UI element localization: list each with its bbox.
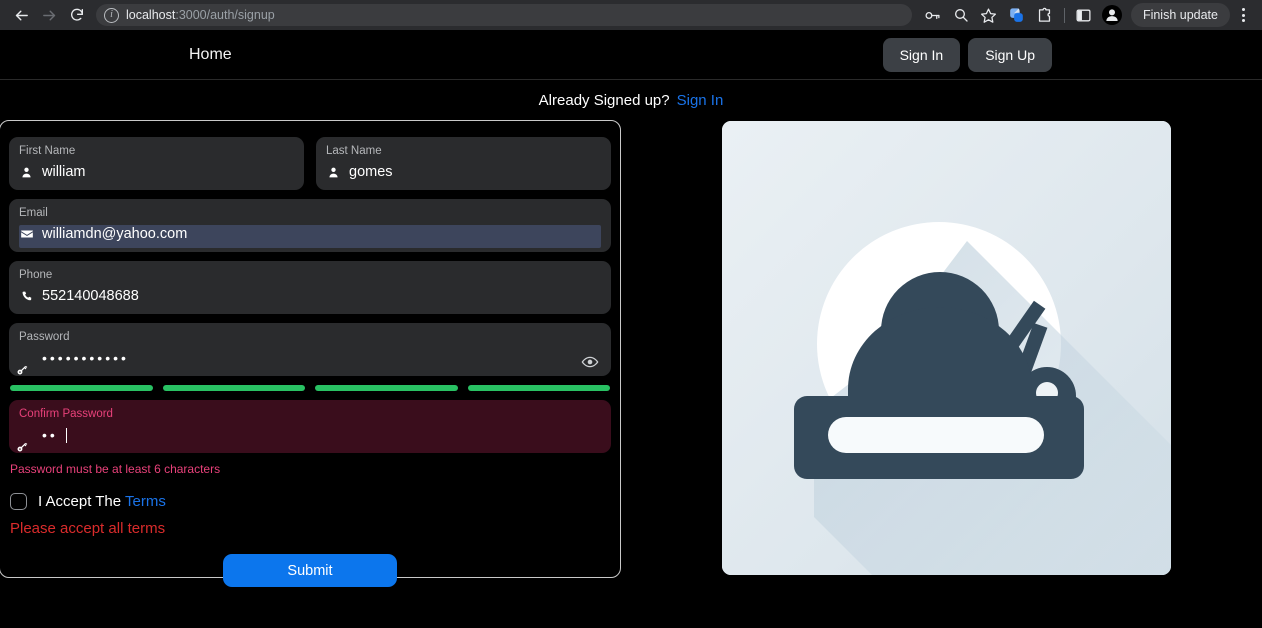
profile-avatar-icon: [1106, 9, 1118, 21]
sign-in-button[interactable]: Sign In: [882, 37, 961, 72]
signup-content: First Name william Last Name gomes Email…: [0, 120, 1262, 587]
side-panel-icon: [1076, 9, 1091, 21]
reload-button[interactable]: [64, 2, 90, 28]
phone-field[interactable]: Phone 552140048688: [9, 261, 611, 314]
text-cursor: [65, 427, 67, 443]
url-host: localhost: [126, 8, 176, 22]
first-name-label: First Name: [19, 145, 76, 157]
phone-value: 552140048688: [42, 288, 139, 304]
key-icon: [17, 428, 34, 452]
back-button[interactable]: [8, 2, 34, 28]
strength-segment: [10, 385, 153, 391]
zoom-search-icon: [954, 9, 968, 22]
toggle-password-visibility-button[interactable]: [581, 353, 599, 371]
terms-link[interactable]: Terms: [125, 493, 166, 510]
banner-text: Already Signed up?: [538, 91, 670, 109]
password-strength-meter: [10, 385, 610, 391]
key-icon: [17, 351, 34, 375]
terms-error: Please accept all terms: [10, 520, 166, 537]
phone-icon: [19, 290, 34, 303]
page-body: Home Sign In Sign Up Already Signed up? …: [0, 30, 1262, 628]
address-bar[interactable]: i localhost:3000/auth/signup: [96, 4, 912, 26]
finish-update-button[interactable]: Finish update: [1130, 3, 1230, 27]
first-name-value: william: [42, 164, 86, 180]
forward-button[interactable]: [36, 2, 62, 28]
extension-blue-icon: [1010, 7, 1024, 22]
strength-segment: [162, 385, 305, 391]
url-text: localhost:3000/auth/signup: [126, 8, 275, 22]
site-header: Home Sign In Sign Up: [0, 30, 1262, 80]
extensions-puzzle-icon: [1039, 7, 1051, 22]
password-label: Password: [19, 331, 70, 343]
toolbar-divider: [1063, 7, 1065, 23]
sign-up-button[interactable]: Sign Up: [968, 37, 1052, 72]
confirm-password-value: ••: [42, 427, 58, 443]
confirm-password-field[interactable]: Confirm Password ••: [9, 400, 611, 453]
terms-text: I Accept The: [38, 493, 122, 510]
zoom-button[interactable]: [948, 2, 974, 28]
phone-label: Phone: [19, 269, 53, 281]
email-label: Email: [19, 207, 48, 219]
side-panel-button[interactable]: [1071, 2, 1097, 28]
submit-button[interactable]: Submit: [223, 554, 397, 587]
terms-label: I Accept The Terms: [38, 493, 166, 510]
password-key-icon: [925, 11, 940, 19]
url-path: :3000/auth/signup: [175, 8, 275, 22]
nav-link-home[interactable]: Home: [189, 46, 232, 64]
password-manager-button[interactable]: [920, 2, 946, 28]
confirm-password-error: Password must be at least 6 characters: [10, 462, 221, 476]
bookmark-star-icon: [981, 7, 997, 23]
forward-arrow-icon: [42, 10, 55, 20]
last-name-field[interactable]: Last Name gomes: [316, 137, 611, 190]
confirm-password-label: Confirm Password: [19, 408, 113, 420]
user-with-key-illustration: [722, 121, 1171, 575]
browser-menu-button[interactable]: [1232, 2, 1254, 28]
browser-toolbar: i localhost:3000/auth/signup Finish upda…: [0, 0, 1262, 30]
reload-icon: [71, 8, 83, 21]
accept-terms-checkbox[interactable]: [10, 493, 27, 510]
site-info-icon[interactable]: i: [104, 7, 119, 23]
strength-segment: [315, 385, 458, 391]
bookmark-button[interactable]: [976, 2, 1002, 28]
last-name-label: Last Name: [326, 145, 382, 157]
submit-row: Submit: [9, 554, 611, 587]
signup-form: First Name william Last Name gomes Email…: [0, 120, 621, 587]
password-value: •••••••••••: [42, 350, 129, 366]
person-icon: [19, 166, 34, 179]
email-value: williamdn@yahoo.com: [42, 226, 188, 242]
illustration-svg: [722, 121, 1171, 575]
illustration-panel: [722, 121, 1171, 575]
last-name-value: gomes: [349, 164, 393, 180]
eye-icon: [581, 356, 599, 368]
profile-button[interactable]: [1101, 5, 1122, 25]
envelope-icon: [19, 227, 34, 241]
person-icon: [326, 166, 341, 179]
terms-row: I Accept The Terms: [10, 493, 610, 510]
extensions-button[interactable]: [1032, 2, 1058, 28]
banner-sign-in-link[interactable]: Sign In: [677, 92, 724, 109]
strength-segment: [467, 385, 610, 391]
back-arrow-icon: [15, 10, 28, 20]
password-field[interactable]: Password •••••••••••: [9, 323, 611, 376]
extension-shortcut-button[interactable]: [1004, 2, 1030, 28]
first-name-field[interactable]: First Name william: [9, 137, 304, 190]
three-dot-menu-icon: [1241, 8, 1245, 11]
name-row: First Name william Last Name gomes: [9, 137, 611, 199]
already-signed-up-banner: Already Signed up? Sign In: [0, 80, 1262, 120]
header-actions: Sign In Sign Up: [882, 37, 1052, 72]
email-field[interactable]: Email williamdn@yahoo.com: [9, 199, 611, 252]
